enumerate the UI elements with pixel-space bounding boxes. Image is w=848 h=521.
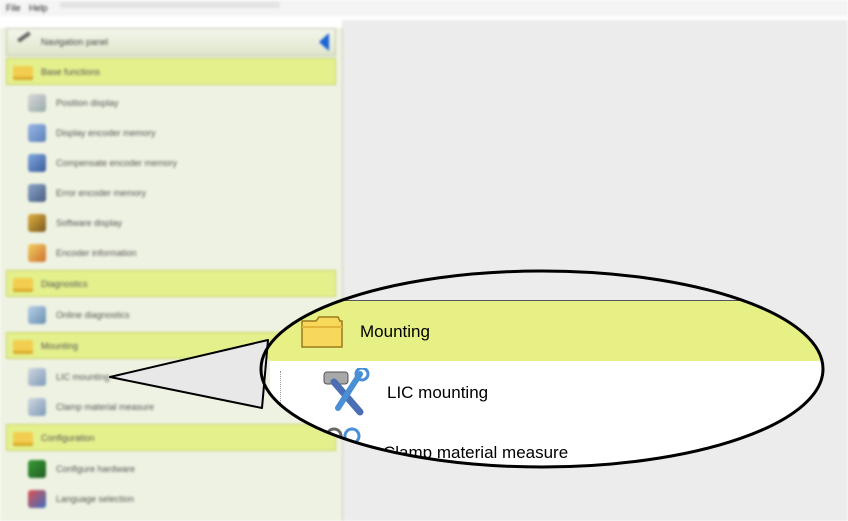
magnified-group-mounting[interactable]: Mounting <box>270 300 823 363</box>
tools-icon <box>323 368 370 416</box>
tree-line <box>280 371 282 451</box>
tools-icon <box>325 427 363 466</box>
magnified-item-label: LIC mounting <box>387 383 489 402</box>
folder-icon <box>301 316 343 348</box>
callout-pointer <box>109 339 269 409</box>
magnifier-callout: Mounting LIC mounting Clamp material mea… <box>0 0 848 521</box>
magnified-group-label: Mounting <box>360 322 430 341</box>
magnified-item-label: Clamp material measure <box>383 443 569 462</box>
